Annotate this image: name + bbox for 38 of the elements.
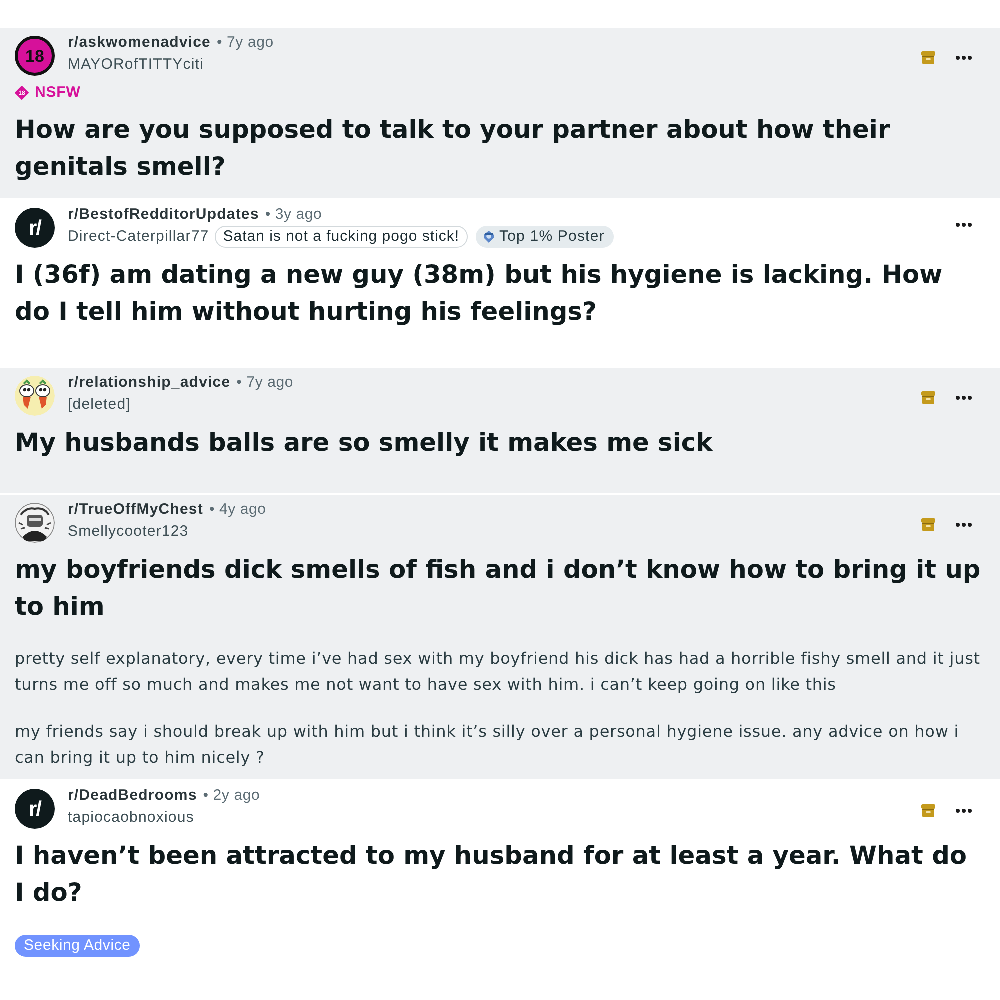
subreddit-avatar: r/ xyxy=(15,208,55,248)
post-body-text: my friends say i should break up with him but i think it’s silly over a personal hygiene issue. any advice on how i can bring it up to him nicely ? xyxy=(15,721,960,769)
achievement-icon xyxy=(482,230,496,244)
post-body-text: pretty self explanatory, every time i’ve had sex with my boyfriend his dick has had a horrible fishy smell and it just turns me off so much and makes me not want to have sex with him. i can’t keep going on like this xyxy=(15,648,982,696)
subreddit-name[interactable]: r/relationship_advice xyxy=(68,372,231,394)
subreddit-name[interactable]: r/BestofRedditorUpdates xyxy=(68,204,260,226)
post-title[interactable]: I haven’t been attracted to my husband for at least a year. What do I do? xyxy=(15,837,984,911)
author-name[interactable]: [deleted] xyxy=(68,394,131,416)
subreddit-avatar: r/ xyxy=(15,789,55,829)
more-options-icon[interactable] xyxy=(956,523,972,527)
post-card[interactable]: r/relationship_advice • 7y ago [deleted] My husbands balls are so smelly it makes me sick xyxy=(0,368,1000,493)
post-age: • 7y ago xyxy=(217,33,274,53)
subreddit-name[interactable]: r/DeadBedrooms xyxy=(68,785,198,807)
nsfw-label: NSFW xyxy=(35,83,81,103)
user-flair: Satan is not a fucking pogo stick! xyxy=(215,226,468,248)
post-title[interactable]: my boyfriends dick smells of fish and i don’t know how to bring it up to him xyxy=(15,551,984,625)
post-title[interactable]: How are you supposed to talk to your partner about how their genitals smell? xyxy=(15,111,984,185)
more-options-icon[interactable] xyxy=(956,809,972,813)
author-name[interactable]: Direct-Caterpillar77 xyxy=(68,226,210,248)
author-name[interactable]: Smellycooter123 xyxy=(68,521,189,543)
more-options-icon[interactable] xyxy=(956,223,972,227)
post-age: • 2y ago xyxy=(203,786,260,806)
more-options-icon[interactable] xyxy=(956,56,972,60)
sketch-avatar-icon xyxy=(15,503,55,543)
cartoon-avatar-icon xyxy=(15,376,55,416)
author-name[interactable]: MAYORofTITTYciti xyxy=(68,54,204,76)
post-age: • 4y ago xyxy=(209,500,266,520)
nsfw-avatar: 18 xyxy=(15,36,55,76)
more-options-icon[interactable] xyxy=(956,396,972,400)
subreddit-name[interactable]: r/askwomenadvice xyxy=(68,32,212,54)
post-age: • 7y ago xyxy=(236,373,294,393)
author-name[interactable]: tapiocaobnoxious xyxy=(68,807,194,829)
post-title[interactable]: My husbands balls are so smelly it makes me sick xyxy=(15,424,984,461)
post-card[interactable] xyxy=(0,495,1000,779)
achievement-label: Top 1% Poster xyxy=(500,227,605,247)
subreddit-name[interactable]: r/TrueOffMyChest xyxy=(68,499,204,521)
post-age: • 3y ago xyxy=(265,205,322,225)
post-title[interactable]: I (36f) am dating a new guy (38m) but his hygiene is lacking. How do I tell him without hurting his feelings? xyxy=(15,256,984,330)
